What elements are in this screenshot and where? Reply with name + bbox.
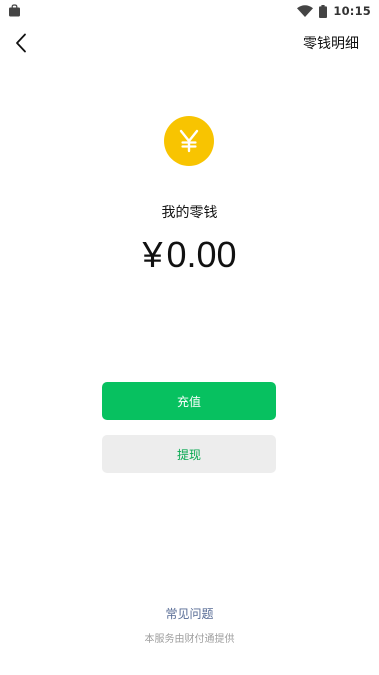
currency-symbol: ¥ <box>142 234 163 275</box>
status-indicators: 10:15 <box>297 2 371 20</box>
wifi-icon <box>297 5 314 17</box>
recharge-button[interactable]: 充值 <box>102 382 276 420</box>
balance-value: 0.00 <box>166 234 237 275</box>
faq-link[interactable]: 常见问题 <box>0 605 379 622</box>
bag-icon <box>9 4 20 17</box>
battery-icon <box>319 4 328 18</box>
chevron-left-icon <box>16 33 26 53</box>
change-details-link[interactable]: 零钱明细 <box>303 33 359 53</box>
withdraw-button[interactable]: 提现 <box>102 435 276 473</box>
status-bar: 10:15 <box>0 0 379 22</box>
wallet-label: 我的零钱 <box>161 205 218 221</box>
provider-text: 本服务由财付通提供 <box>144 634 235 645</box>
back-button[interactable] <box>8 30 34 56</box>
balance-amount: ¥0.00 <box>0 234 379 276</box>
status-time: 10:15 <box>333 4 371 18</box>
yen-coin-icon <box>164 116 214 166</box>
yen-symbol-icon <box>179 129 199 153</box>
nav-bar: 零钱明细 <box>0 22 379 64</box>
